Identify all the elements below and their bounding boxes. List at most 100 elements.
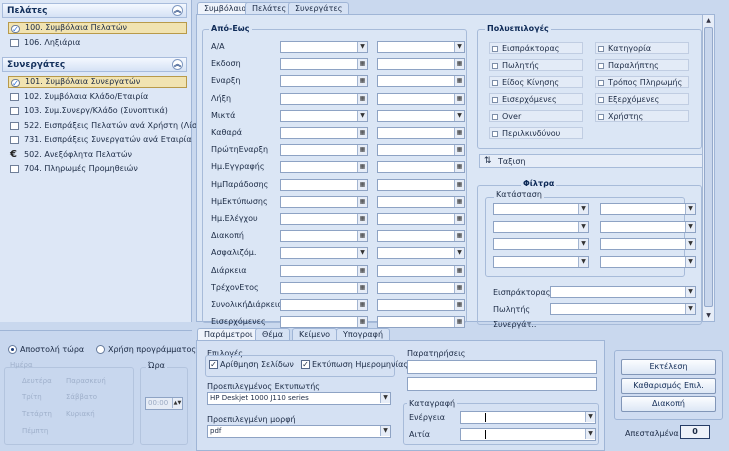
- spin-icon[interactable]: ▲▼: [172, 398, 182, 408]
- calendar-icon[interactable]: ▦: [357, 76, 367, 87]
- day-option[interactable]: Τρίτη: [22, 393, 42, 401]
- collector-select[interactable]: [550, 286, 696, 298]
- to-input[interactable]: ▦: [377, 299, 465, 311]
- status-select[interactable]: [493, 238, 589, 250]
- notes-input-2[interactable]: [407, 377, 597, 391]
- multi-checkbox[interactable]: Τρόπος Πληρωμής: [595, 76, 689, 88]
- calendar-icon[interactable]: ▦: [454, 317, 464, 328]
- from-input[interactable]: ▦: [280, 281, 368, 294]
- list-item[interactable]: 731. Εισπράξεις Συνεργατών ανά Εταιρία: [8, 134, 192, 146]
- to-input[interactable]: ▦: [377, 127, 465, 139]
- calendar-icon[interactable]: ▦: [454, 128, 464, 138]
- calendar-icon[interactable]: ▦: [357, 93, 367, 104]
- calendar-icon[interactable]: ▦: [357, 128, 367, 138]
- to-input[interactable]: ▦: [377, 58, 465, 71]
- multi-checkbox[interactable]: Παραλήπτης: [595, 59, 689, 71]
- run-button[interactable]: Εκτέλεση: [621, 359, 716, 375]
- notes-input-1[interactable]: [407, 360, 597, 374]
- calendar-icon[interactable]: ▦: [454, 196, 464, 207]
- list-item[interactable]: 103. Συμ.Συνεργ/Κλάδο (Συνοπτικά): [8, 105, 187, 117]
- calendar-icon[interactable]: ▦: [357, 282, 367, 293]
- multi-checkbox[interactable]: Πωλητής: [489, 59, 583, 71]
- status-select[interactable]: [600, 203, 696, 215]
- day-option[interactable]: Σάββατο: [66, 393, 97, 401]
- calendar-icon[interactable]: ▦: [454, 76, 464, 87]
- list-item[interactable]: 102. Συμβόλαια Κλάδο/Εταιρία: [8, 91, 187, 103]
- to-input[interactable]: ▦: [377, 281, 465, 294]
- vertical-scrollbar[interactable]: ▲ ▼: [702, 15, 714, 321]
- time-input[interactable]: 00:00 ▲▼: [145, 397, 183, 410]
- calendar-icon[interactable]: ▦: [454, 93, 464, 104]
- collapse-chevron-icon[interactable]: ︽: [172, 5, 183, 16]
- to-input[interactable]: ▦: [377, 213, 465, 225]
- clear-selection-button[interactable]: Καθαρισμός Επιλ.: [621, 378, 716, 394]
- day-option[interactable]: Παρασκευή: [66, 377, 106, 385]
- dropdown-arrow-icon[interactable]: [454, 42, 464, 52]
- calendar-icon[interactable]: ▦: [454, 214, 464, 224]
- sort-button[interactable]: ⇅ Ταξιση: [479, 154, 703, 168]
- to-input[interactable]: ▦: [377, 316, 465, 329]
- calendar-icon[interactable]: ▦: [357, 145, 367, 156]
- from-input[interactable]: ▦: [280, 299, 368, 311]
- day-option[interactable]: Τετάρτη: [22, 410, 52, 418]
- dropdown-arrow-icon[interactable]: [357, 248, 367, 259]
- calendar-icon[interactable]: ▦: [357, 214, 367, 224]
- to-input[interactable]: ▦: [377, 161, 465, 174]
- from-input[interactable]: ▦: [280, 92, 368, 105]
- dropdown-arrow-icon[interactable]: [454, 248, 464, 259]
- from-input[interactable]: ▦: [280, 316, 368, 329]
- stop-button[interactable]: Διακοπή: [621, 396, 716, 412]
- status-select[interactable]: [493, 203, 589, 215]
- reason-select[interactable]: [460, 428, 596, 441]
- from-input[interactable]: [280, 247, 368, 260]
- from-input[interactable]: ▦: [280, 75, 368, 88]
- calendar-icon[interactable]: ▦: [454, 59, 464, 70]
- collapse-chevron-icon[interactable]: ︽: [172, 59, 183, 70]
- dropdown-arrow-icon[interactable]: [357, 42, 367, 52]
- from-input[interactable]: ▦: [280, 264, 368, 277]
- list-item[interactable]: 522. Εισπράξεις Πελατών ανά Χρήστη (Λίστ…: [8, 120, 210, 132]
- status-select[interactable]: [600, 238, 696, 250]
- to-input[interactable]: [377, 109, 465, 122]
- printer-select[interactable]: HP Deskjet 1000 J110 series: [207, 392, 391, 405]
- calendar-icon[interactable]: ▦: [454, 300, 464, 310]
- scroll-up-icon[interactable]: ▲: [704, 16, 713, 25]
- clients-section-header[interactable]: Πελάτες ︽: [2, 3, 187, 18]
- dropdown-arrow-icon[interactable]: [357, 110, 367, 121]
- use-schedule-radio[interactable]: Χρήση προγράμματος: [96, 345, 196, 354]
- status-select[interactable]: [600, 255, 696, 268]
- from-input[interactable]: ▦: [280, 178, 368, 191]
- multi-checkbox[interactable]: Εξερχόμενες: [595, 93, 689, 105]
- to-input[interactable]: ▦: [377, 178, 465, 191]
- calendar-icon[interactable]: ▦: [454, 179, 464, 190]
- multi-checkbox[interactable]: Κατηγορία: [595, 42, 689, 54]
- status-select[interactable]: [600, 220, 696, 233]
- day-option[interactable]: Κυριακή: [66, 410, 95, 418]
- to-input[interactable]: ▦: [377, 75, 465, 88]
- from-input[interactable]: ▦: [280, 230, 368, 243]
- from-input[interactable]: [280, 109, 368, 122]
- scroll-down-icon[interactable]: ▼: [704, 311, 713, 320]
- to-input[interactable]: ▦: [377, 92, 465, 105]
- day-option[interactable]: Πέμπτη: [22, 427, 48, 435]
- dropdown-arrow-icon[interactable]: [454, 110, 464, 121]
- print-date-checkbox[interactable]: ✓ Εκτύπωση Ημερομηνίας: [301, 360, 408, 369]
- calendar-icon[interactable]: ▦: [357, 162, 367, 173]
- format-select[interactable]: pdf: [207, 425, 391, 438]
- multi-checkbox[interactable]: Εισερχόμενες: [489, 93, 583, 105]
- from-input[interactable]: ▦: [280, 161, 368, 174]
- list-item[interactable]: 704. Πληρωμές Προμηθειών: [8, 163, 187, 175]
- calendar-icon[interactable]: ▦: [357, 59, 367, 70]
- from-input[interactable]: ▦: [280, 58, 368, 71]
- to-input[interactable]: [377, 41, 465, 53]
- seller-select[interactable]: [550, 303, 696, 315]
- action-select[interactable]: [460, 411, 596, 424]
- list-item[interactable]: ✓ 101. Συμβόλαια Συνεργατών: [8, 76, 187, 88]
- multi-checkbox[interactable]: Εισπράκτορας: [489, 42, 583, 54]
- from-input[interactable]: ▦: [280, 144, 368, 157]
- from-input[interactable]: ▦: [280, 213, 368, 225]
- calendar-icon[interactable]: ▦: [357, 179, 367, 190]
- send-now-radio[interactable]: Αποστολή τώρα: [8, 345, 84, 354]
- list-item[interactable]: 106. Ληξιάρια: [8, 37, 187, 49]
- calendar-icon[interactable]: ▦: [357, 196, 367, 207]
